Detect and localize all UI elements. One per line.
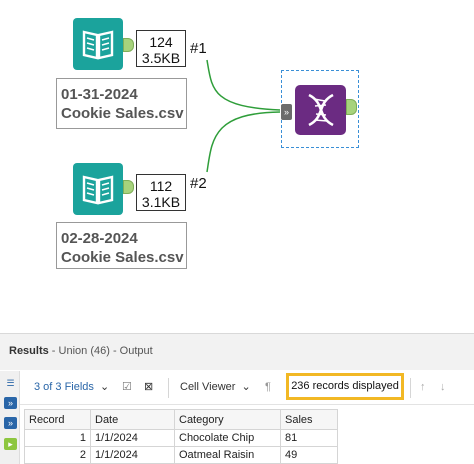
results-title: Results [9,345,49,357]
list-view-icon[interactable]: ☰ [4,377,17,389]
connection-input1-union [206,59,281,111]
column-header[interactable]: Sales [280,409,338,430]
chevron-down-icon: ⌄ [241,381,251,393]
output-anchor-icon[interactable]: ▸ [4,438,17,450]
data-size: 3.5KB [141,50,181,66]
data-size: 3.1KB [141,194,181,210]
pilcrow-icon[interactable]: ¶ [265,379,271,395]
record-count: 124 [149,34,173,50]
fields-label: 3 of 3 Fields [34,381,94,393]
toolbar-divider [168,378,169,398]
union-tool[interactable] [295,85,346,135]
record-cell: 1 [24,429,91,447]
output-anchor-1[interactable] [123,38,134,52]
sales-cell: 81 [280,429,338,447]
book-icon [82,30,114,60]
sales-cell: 49 [280,446,338,464]
annotation-filename: Cookie Sales.csv [61,249,184,266]
fields-dropdown[interactable]: 3 of 3 Fields ⌄ [34,379,109,395]
record-cell: 2 [24,446,91,464]
annotation-date: 01-31-2024 [61,86,138,103]
arrow-up-icon[interactable]: ↑ [420,379,426,395]
union-input-anchor[interactable]: » [281,104,292,120]
workflow-canvas[interactable]: 124 3.5KB #1 01-31-2024 Cookie Sales.csv… [0,0,474,330]
results-panel: Results - Union (46) - Output ☰ » » ▸ 3 … [0,333,474,464]
results-grid: Record Date Category Sales 1 1/1/2024 Ch… [24,409,338,464]
toolbar-divider [410,378,411,398]
annotation-date: 02-28-2024 [61,230,138,247]
input-data-tool-1[interactable] [73,18,123,70]
date-cell: 1/1/2024 [90,446,175,464]
column-header[interactable]: Date [90,409,175,430]
category-cell: Chocolate Chip [174,429,281,447]
record-count-box-2: 112 3.1KB [136,174,186,211]
table-row[interactable]: 1 1/1/2024 Chocolate Chip 81 [24,429,338,447]
connection-label-2: #2 [190,175,207,192]
results-toolbar: 3 of 3 Fields ⌄ ☑ ⊠ Cell Viewer ⌄ ¶ 236 … [20,371,474,405]
cell-viewer-label: Cell Viewer [180,381,236,393]
column-header[interactable]: Category [174,409,281,430]
annotation-filename: Cookie Sales.csv [61,105,184,122]
results-header: Results - Union (46) - Output [0,334,474,370]
connection-label-1: #1 [190,40,207,57]
table-row[interactable]: 2 1/1/2024 Oatmeal Raisin 49 [24,446,338,464]
grid-header-row: Record Date Category Sales [24,409,338,430]
chevron-down-icon: ⌄ [99,381,110,393]
records-displayed-highlight: 236 records displayed [286,373,404,400]
union-output-anchor[interactable] [346,99,357,115]
output-anchor-2[interactable] [123,180,134,194]
results-side-strip: ☰ » » ▸ [0,371,20,464]
column-header[interactable]: Record [24,409,91,430]
deselect-icon[interactable]: ⊠ [144,379,153,395]
book-icon [82,175,114,205]
dna-icon [308,93,334,127]
select-all-icon[interactable]: ☑ [122,379,132,395]
input-anchor-icon[interactable]: » [4,417,17,429]
records-displayed: 236 records displayed [291,380,399,392]
date-cell: 1/1/2024 [90,429,175,447]
input-anchor-icon[interactable]: » [4,397,17,409]
connections-layer [206,59,281,173]
results-subtitle: - Union (46) - Output [48,345,153,357]
input-data-tool-2[interactable] [73,163,123,215]
arrow-down-icon[interactable]: ↓ [440,379,446,395]
cell-viewer-dropdown[interactable]: Cell Viewer ⌄ [180,379,251,395]
connection-input2-union [206,111,281,173]
record-count-box-1: 124 3.5KB [136,30,186,67]
annotation-1: 01-31-2024 Cookie Sales.csv [56,78,187,129]
record-count: 112 [149,178,173,194]
category-cell: Oatmeal Raisin [174,446,281,464]
annotation-2: 02-28-2024 Cookie Sales.csv [56,222,187,269]
